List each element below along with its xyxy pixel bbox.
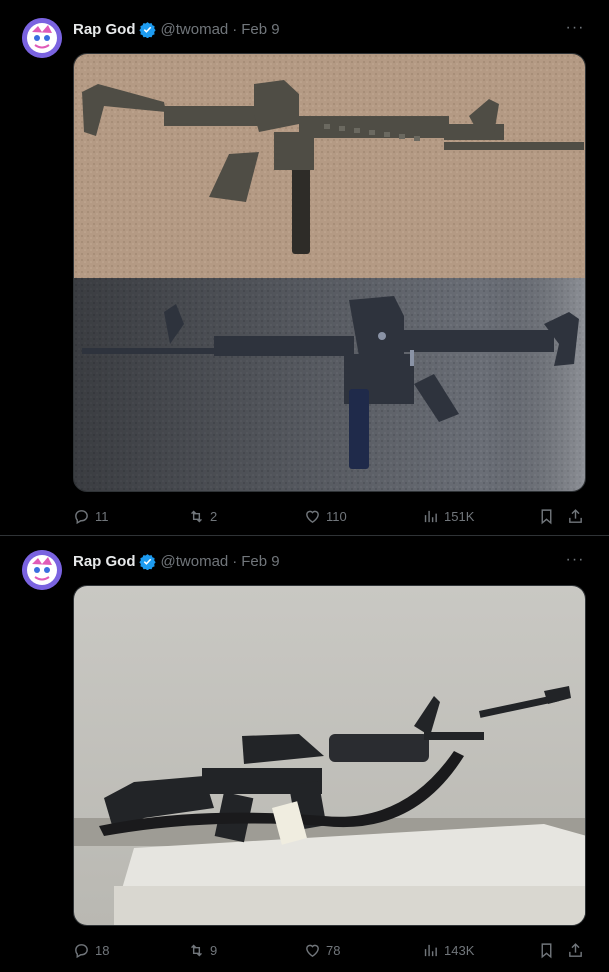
tweet-date[interactable]: Feb 9 (241, 553, 279, 570)
tweet-date[interactable]: Feb 9 (241, 21, 279, 38)
heart-icon (306, 510, 319, 523)
reply-icon (75, 943, 88, 958)
reply-count: 18 (95, 942, 110, 958)
tweet-actions: 18 9 78 143K (73, 940, 593, 960)
like-button[interactable]: 110 (304, 506, 347, 526)
bar-chart-icon (424, 510, 437, 522)
verified-badge-icon[interactable] (138, 553, 156, 570)
reply-button[interactable]: 18 (73, 940, 109, 960)
view-count: 151K (444, 508, 475, 524)
rifle-photo (74, 586, 585, 925)
reply-button[interactable]: 11 (73, 506, 109, 526)
retweet-icon (191, 510, 202, 522)
author-name[interactable]: Rap God (73, 553, 136, 570)
author-name[interactable]: Rap God (73, 21, 136, 38)
view-count: 143K (444, 942, 475, 958)
separator-dot: · (232, 20, 238, 38)
views-button[interactable]: 143K (422, 940, 474, 960)
share-button[interactable] (567, 506, 584, 526)
more-options-icon[interactable]: ··· (565, 20, 585, 42)
bar-chart-icon (424, 944, 437, 956)
tweet-header: Rap God @twomad · Feb 9 (73, 19, 280, 39)
tweet-actions: 11 2 110 151K (73, 506, 593, 526)
bookmark-button[interactable] (538, 506, 555, 526)
like-count: 110 (326, 508, 347, 524)
more-options-icon[interactable]: ··· (565, 552, 585, 574)
bookmark-icon (541, 942, 552, 958)
tweet-media-image[interactable] (73, 53, 586, 492)
retweet-count: 9 (210, 942, 218, 958)
two-guns-photo (74, 54, 585, 491)
separator-dot: · (232, 552, 238, 570)
tweet[interactable]: Rap God @twomad · Feb 9 ··· (0, 536, 609, 972)
share-icon (569, 942, 582, 957)
reply-count: 11 (95, 508, 109, 524)
retweet-count: 2 (210, 508, 218, 524)
avatar[interactable] (22, 18, 62, 58)
avatar[interactable] (22, 550, 62, 590)
views-button[interactable]: 151K (422, 506, 474, 526)
share-icon (569, 508, 582, 523)
like-button[interactable]: 78 (304, 940, 340, 960)
verified-badge-icon[interactable] (138, 21, 156, 38)
share-button[interactable] (567, 940, 584, 960)
tweet-media-image[interactable] (73, 585, 586, 926)
heart-icon (306, 944, 319, 957)
bookmark-button[interactable] (538, 940, 555, 960)
tweet-header: Rap God @twomad · Feb 9 (73, 551, 280, 571)
author-handle[interactable]: @twomad (161, 553, 229, 570)
tweet[interactable]: Rap God @twomad · Feb 9 ··· (0, 0, 609, 536)
retweet-button[interactable]: 2 (188, 506, 217, 526)
bookmark-icon (541, 508, 552, 524)
reply-icon (75, 509, 88, 524)
retweet-icon (191, 944, 202, 956)
author-handle[interactable]: @twomad (161, 21, 229, 38)
retweet-button[interactable]: 9 (188, 940, 217, 960)
like-count: 78 (326, 942, 341, 958)
